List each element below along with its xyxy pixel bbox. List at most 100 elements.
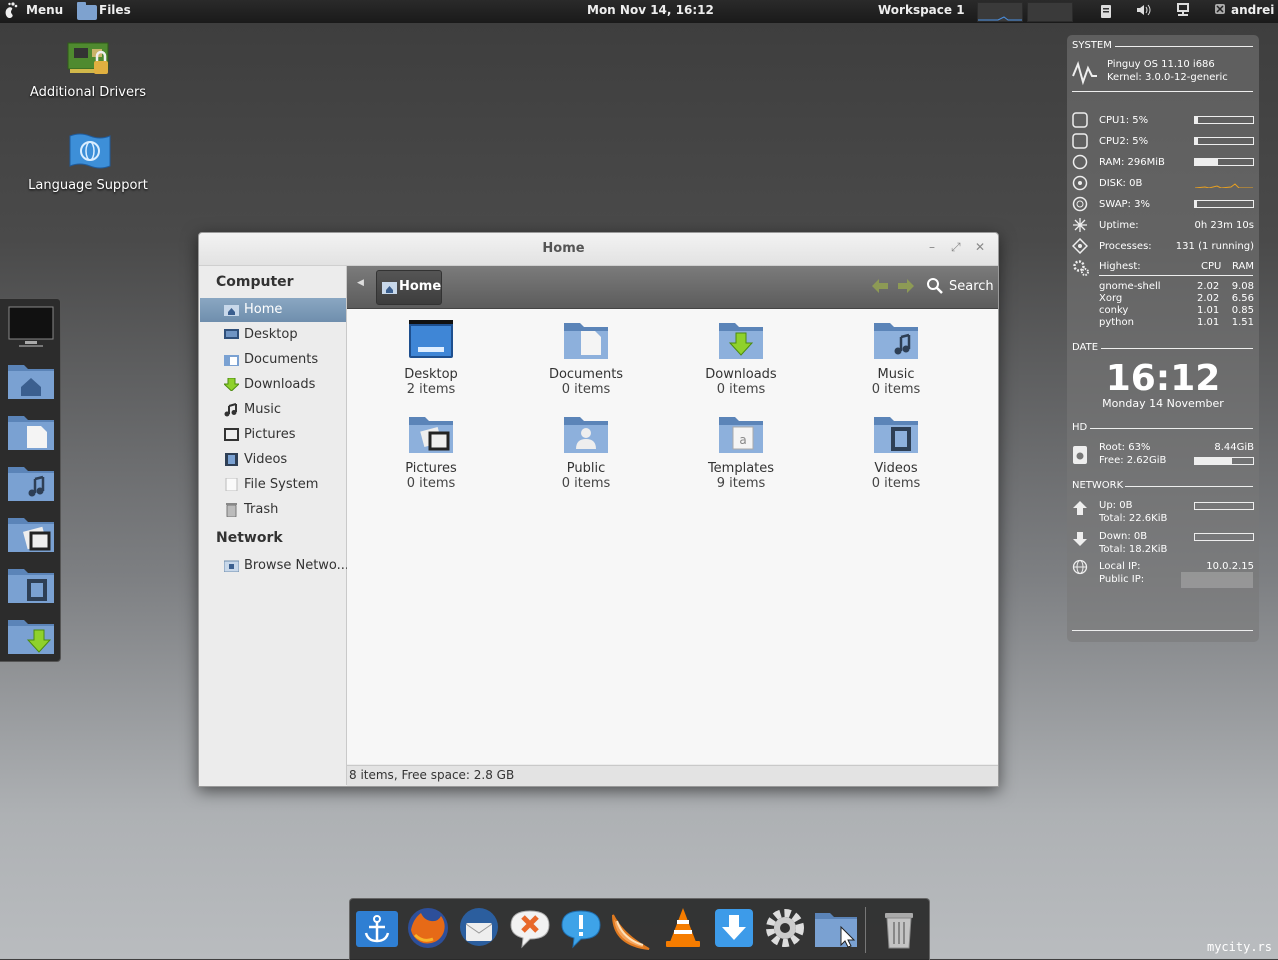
divider [1099,275,1253,276]
file-name: Desktop [404,367,458,382]
sidebar-item-home[interactable]: Home [200,298,346,322]
conky-up-total: Total: 22.6KiB [1099,513,1168,524]
sidebar-item-documents[interactable]: Documents [200,348,346,372]
file-item-count: 9 items [716,476,766,491]
proc-name: Xorg [1099,293,1123,304]
xchat-icon[interactable] [507,905,553,951]
back-arrow-icon[interactable] [871,278,889,297]
conky-network-heading: NETWORK [1072,480,1124,491]
breadcrumb-label: Home [399,279,442,294]
sidebar-item-videos[interactable]: Videos [200,448,346,472]
search-button[interactable]: Search [949,279,994,294]
desktop-icon-additional-drivers[interactable]: Additional Drivers [28,37,148,100]
close-button[interactable]: ✕ [975,240,985,254]
download-icon[interactable] [711,905,757,951]
files-app-button[interactable]: Files [99,3,131,17]
file-item-documents[interactable]: Documents 0 items [521,319,651,397]
thunderbird-icon[interactable] [456,905,502,951]
breadcrumb-home[interactable]: Home [376,270,442,305]
downloads-folder-icon[interactable] [7,614,54,654]
pictures-folder-icon[interactable] [7,512,54,552]
proc-cpu: 1.01 [1197,317,1220,328]
file-name: Pictures [405,461,457,476]
conky-processes-label: Processes: [1099,241,1152,252]
downloads-folder-icon [718,319,764,363]
documents-icon [224,353,239,366]
sidebar-item-label: Home [244,302,283,317]
volume-icon[interactable] [1136,3,1152,20]
sidebar-item-label: Videos [244,452,288,467]
anchor-icon[interactable] [354,905,400,951]
file-item-count: 0 items [871,476,921,491]
documents-folder-icon[interactable] [7,410,54,450]
desktop-icon-label: Language Support [28,178,148,193]
harddisk-icon [1072,445,1088,464]
sidebar-item-downloads[interactable]: Downloads [200,373,346,397]
root-bar-fill [1195,458,1232,464]
pictures-icon [224,428,239,441]
proc-ram: 0.85 [1231,305,1254,316]
title-bar[interactable]: Home – ⤢ ✕ [199,233,998,266]
sidebar-item-label: Trash [244,502,279,517]
clipboard-icon[interactable] [1100,3,1112,22]
file-item-templates[interactable]: a Templates 9 items [676,413,806,491]
proc-name: gnome-shell [1099,281,1161,292]
forward-arrow-icon[interactable] [897,278,915,297]
menu-button[interactable]: Menu [26,3,63,17]
sidebar-item-pictures[interactable]: Pictures [200,423,346,447]
conky-root: Root: 63% [1099,442,1151,453]
sidebar-item-browse-network[interactable]: Browse Netwo... [200,554,349,578]
conky-cpu2: CPU2: 5% [1099,136,1149,147]
file-item-desktop[interactable]: Desktop 2 items [366,319,496,397]
gnome-foot-icon[interactable] [4,2,18,22]
file-name: Videos [874,461,918,476]
clock-datetime[interactable]: Mon Nov 14, 16:12 [587,3,714,17]
orange-slice-icon[interactable] [609,905,655,951]
minimize-button[interactable]: – [929,240,935,254]
vlc-icon[interactable] [660,905,706,951]
trash-can-icon[interactable] [876,905,922,951]
file-item-downloads[interactable]: Downloads 0 items [676,319,806,397]
sidebar-item-label: Documents [244,352,319,367]
file-item-videos[interactable]: Videos 0 items [831,413,961,491]
monitor-icon[interactable] [7,305,54,347]
file-item-music[interactable]: Music 0 items [831,319,961,397]
proc-cpu: 2.02 [1197,281,1220,292]
network-icon[interactable] [1176,3,1190,21]
back-scroll-arrow-icon[interactable]: ◀ [357,278,364,288]
file-view: Desktop 2 items Documents 0 items Downloads 0… [347,309,998,764]
window-title: Home [542,241,585,256]
search-icon[interactable] [926,277,943,297]
workspace-label[interactable]: Workspace 1 [878,3,965,17]
desktop-folder-icon [408,319,454,363]
dock [349,898,930,960]
sidebar-item-desktop[interactable]: Desktop [200,323,346,347]
sidebar-item-file-system[interactable]: File System [200,473,346,497]
file-manager-icon[interactable] [813,905,859,951]
notifications-icon[interactable] [558,905,604,951]
proc-cpu: 1.01 [1197,305,1220,316]
file-item-public[interactable]: Public 0 items [521,413,651,491]
firefox-icon[interactable] [405,905,451,951]
sidebar-item-music[interactable]: Music [200,398,346,422]
maximize-button[interactable]: ⤢ [951,240,961,255]
watermark: mycity.rs [1206,940,1272,954]
videos-icon [224,453,239,466]
music-folder-icon[interactable] [7,461,54,501]
file-item-count: 0 items [561,382,611,397]
file-item-count: 0 items [871,382,921,397]
file-item-pictures[interactable]: Pictures 0 items [366,413,496,491]
network-graph [1027,2,1073,22]
sidebar-item-trash[interactable]: Trash [200,498,346,522]
videos-folder-icon[interactable] [7,563,54,603]
files-app-icon [76,1,97,21]
conky-date: Monday 14 November [1102,397,1224,410]
home-folder-icon[interactable] [7,359,54,399]
conky-ram: RAM: 296MiB [1099,157,1165,168]
ram-icon [1072,154,1088,170]
user-menu[interactable]: andrei [1231,3,1274,17]
user-status-icon[interactable] [1214,3,1226,18]
desktop-icon-language-support[interactable]: Language Support [28,130,148,193]
settings-gear-icon[interactable] [762,905,808,951]
conky-system-heading: SYSTEM [1072,40,1112,51]
